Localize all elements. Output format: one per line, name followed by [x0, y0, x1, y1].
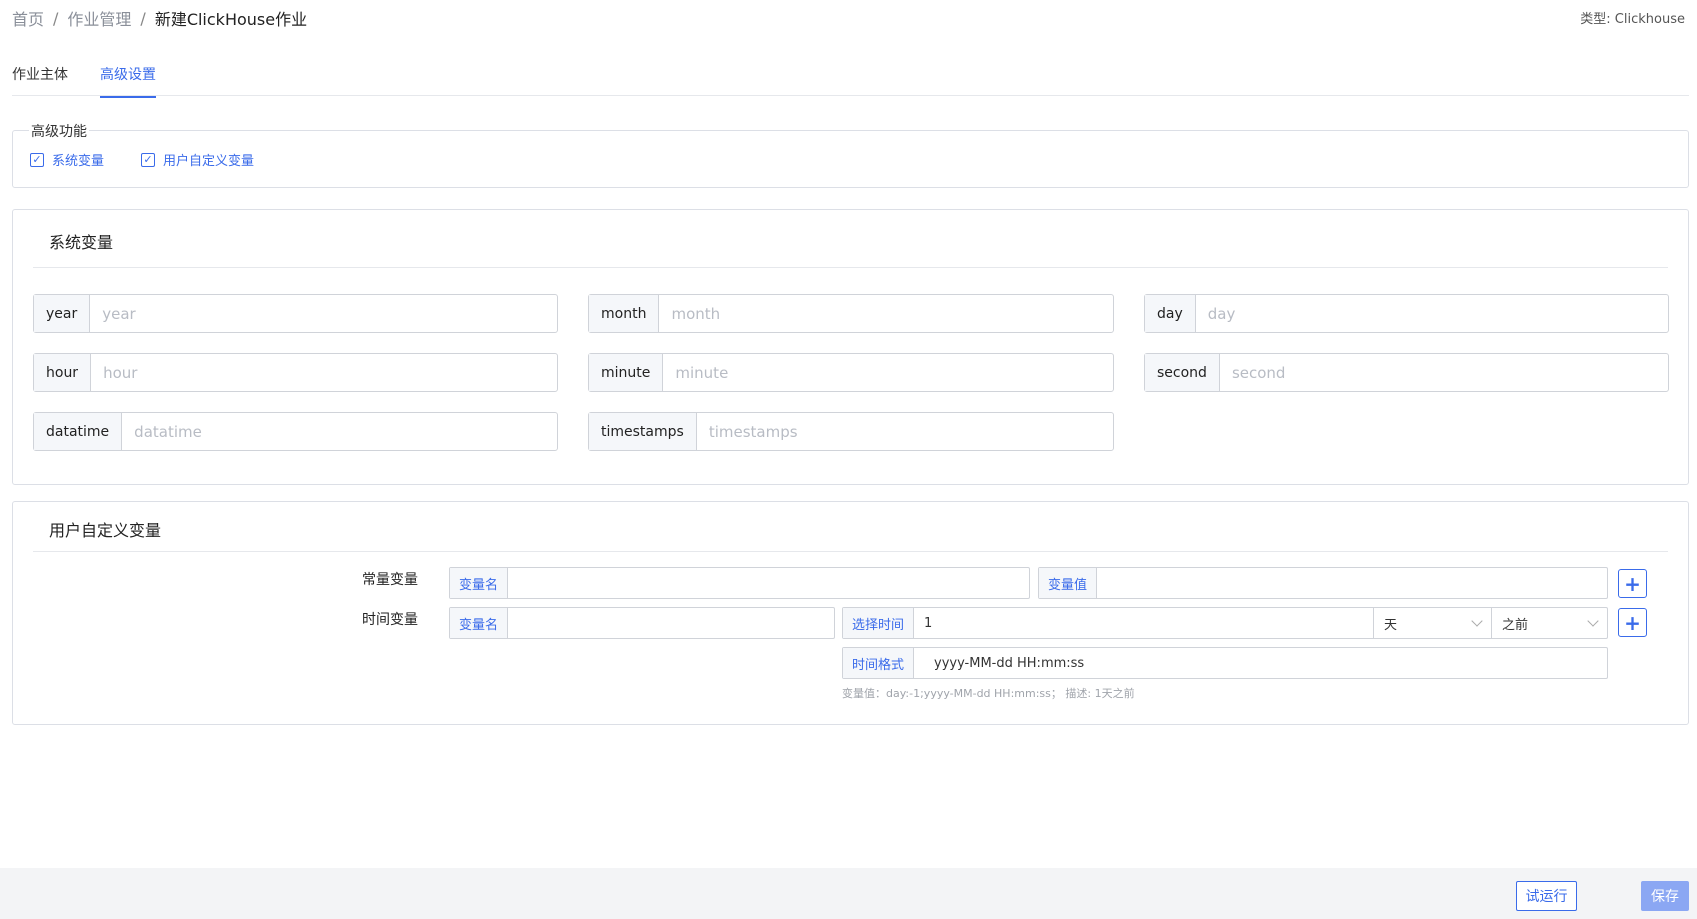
chevron-down-icon — [1587, 615, 1599, 627]
breadcrumb-home[interactable]: 首页 — [12, 6, 44, 30]
month-addon: month — [589, 295, 660, 332]
day-addon: day — [1145, 295, 1196, 332]
minute-input-group: minute — [588, 353, 1114, 392]
user-vars-checkbox-label: 用户自定义变量 — [163, 154, 255, 169]
time-unit-value: 天 — [1384, 617, 1398, 633]
hour-addon: hour — [34, 354, 92, 391]
time-format-addon: 时间格式 — [843, 648, 915, 678]
footer-bar: 试运行 保存 — [0, 868, 1697, 919]
datatime-addon: datatime — [34, 413, 123, 450]
time-var-hint: 变量值：day:-1;yyyy-MM-dd HH:mm:ss； 描述: 1天之前 — [842, 687, 1135, 700]
divider — [33, 551, 1668, 552]
user-vars-title: 用户自定义变量 — [49, 521, 162, 540]
system-vars-panel: 系统变量 year month day hour minute second d… — [12, 209, 1689, 485]
system-vars-checkbox[interactable]: ✓ 系统变量 — [30, 150, 104, 169]
time-direction-value: 之前 — [1502, 617, 1529, 633]
trial-run-button[interactable]: 试运行 — [1516, 881, 1577, 911]
minute-addon: minute — [589, 354, 664, 391]
timestamps-addon: timestamps — [589, 413, 697, 450]
day-input[interactable] — [1195, 295, 1668, 332]
datatime-input-group: datatime — [33, 412, 558, 451]
time-select-group: 选择时间 天 之前 — [842, 607, 1608, 639]
tab-bar: 作业主体 高级设置 — [12, 56, 1689, 98]
datatime-input[interactable] — [122, 413, 557, 450]
constant-var-name-input[interactable] — [508, 568, 1029, 598]
user-vars-panel: 用户自定义变量 常量变量 变量名 变量值 + 时间变量 变量名 选择时间 天 之… — [12, 501, 1689, 725]
second-input[interactable] — [1219, 354, 1668, 391]
time-format-input[interactable] — [914, 648, 1607, 678]
chevron-down-icon — [1471, 615, 1483, 627]
second-addon: second — [1145, 354, 1220, 391]
breadcrumb-separator: / — [140, 8, 146, 28]
select-time-input[interactable] — [914, 608, 1373, 638]
time-var-label: 时间变量 — [362, 612, 418, 628]
save-button[interactable]: 保存 — [1641, 881, 1689, 911]
constant-var-value-group: 变量值 — [1038, 567, 1608, 599]
breadcrumb-job-management[interactable]: 作业管理 — [67, 6, 131, 30]
minute-input[interactable] — [663, 354, 1113, 391]
year-input-group: year — [33, 294, 558, 333]
time-format-group: 时间格式 — [842, 647, 1608, 679]
divider — [33, 267, 1668, 268]
timestamps-input[interactable] — [696, 413, 1113, 450]
add-time-var-button[interactable]: + — [1618, 608, 1647, 637]
advanced-features-fieldset: 高级功能 ✓ 系统变量 ✓ 用户自定义变量 — [12, 121, 1689, 188]
plus-icon: + — [1624, 571, 1641, 596]
constant-var-name-addon: 变量名 — [450, 568, 509, 598]
timestamps-input-group: timestamps — [588, 412, 1114, 451]
user-vars-checkbox[interactable]: ✓ 用户自定义变量 — [141, 150, 254, 169]
constant-var-name-group: 变量名 — [449, 567, 1030, 599]
month-input[interactable] — [659, 295, 1113, 332]
advanced-features-legend: 高级功能 — [29, 121, 89, 141]
constant-var-value-input[interactable] — [1097, 568, 1607, 598]
time-unit-select[interactable]: 天 — [1373, 608, 1491, 638]
day-input-group: day — [1144, 294, 1669, 333]
year-addon: year — [34, 295, 91, 332]
time-var-name-group: 变量名 — [449, 607, 835, 639]
constant-var-value-addon: 变量值 — [1039, 568, 1098, 598]
tab-advanced-settings[interactable]: 高级设置 — [100, 64, 156, 98]
job-type-label: 类型: Clickhouse — [1580, 12, 1685, 27]
hour-input-group: hour — [33, 353, 558, 392]
year-input[interactable] — [90, 295, 557, 332]
time-var-name-input[interactable] — [508, 608, 834, 638]
checkbox-checked-icon: ✓ — [141, 152, 155, 167]
add-constant-var-button[interactable]: + — [1618, 569, 1647, 598]
breadcrumb-separator: / — [53, 8, 59, 28]
second-input-group: second — [1144, 353, 1669, 392]
tab-job-body[interactable]: 作业主体 — [12, 64, 68, 96]
month-input-group: month — [588, 294, 1114, 333]
constant-var-label: 常量变量 — [362, 572, 418, 588]
time-direction-select[interactable]: 之前 — [1491, 608, 1607, 638]
select-time-addon: 选择时间 — [843, 608, 915, 638]
checkbox-checked-icon: ✓ — [30, 152, 44, 167]
top-bar: 首页 / 作业管理 / 新建ClickHouse作业 类型: Clickhous… — [12, 6, 1685, 30]
system-vars-title: 系统变量 — [49, 233, 114, 252]
plus-icon: + — [1624, 610, 1641, 635]
breadcrumb-current-page: 新建ClickHouse作业 — [154, 10, 308, 29]
time-var-name-addon: 变量名 — [450, 608, 509, 638]
system-vars-checkbox-label: 系统变量 — [52, 154, 105, 169]
hour-input[interactable] — [91, 354, 557, 391]
breadcrumb: 首页 / 作业管理 / 新建ClickHouse作业 — [12, 6, 307, 30]
